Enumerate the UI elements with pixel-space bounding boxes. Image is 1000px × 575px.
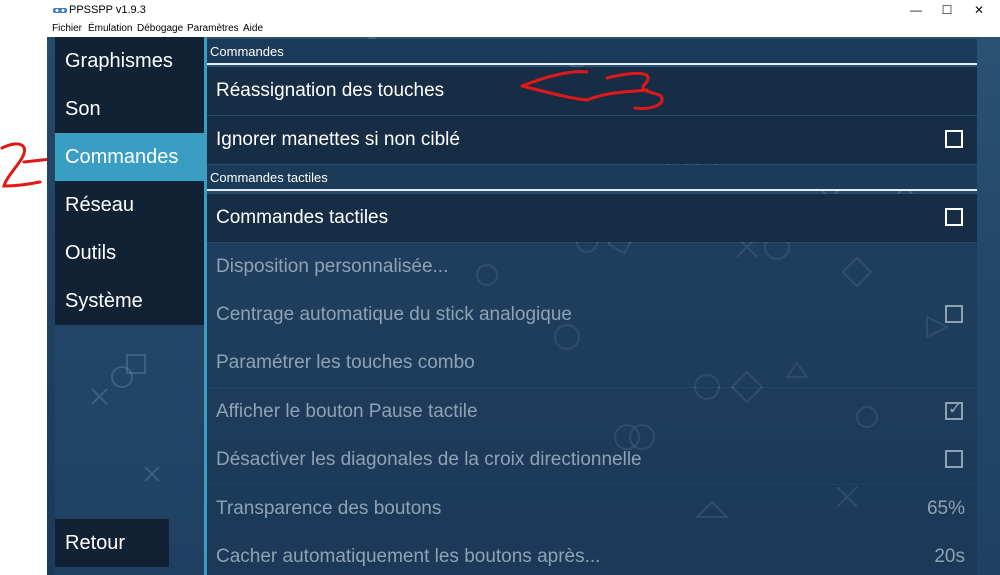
settings-screen: Graphismes Son Commandes Réseau Outils S… <box>47 37 1000 575</box>
title-bar: PPSSPP v1.9.3 — ☐ ✕ <box>47 0 1000 21</box>
menu-parametres[interactable]: Paramètres <box>187 23 239 34</box>
menu-aide[interactable]: Aide <box>243 23 263 34</box>
menu-bar: Fichier Émulation Débogage Paramètres Ai… <box>47 21 1000 37</box>
row-label: Désactiver les diagonales de la croix di… <box>216 449 642 470</box>
menu-fichier[interactable]: Fichier <box>52 23 82 34</box>
ppsspp-logo-icon <box>53 8 67 13</box>
row-label: Afficher le bouton Pause tactile <box>216 401 478 422</box>
settings-panel: Commandes Réassignation des touches Igno… <box>207 37 1000 575</box>
section-header-tactiles: Commandes tactiles <box>207 165 977 191</box>
checkbox-icon[interactable] <box>945 130 963 148</box>
disable-diagonals-row[interactable]: Désactiver les diagonales de la croix di… <box>207 436 977 484</box>
sidebar-item-son[interactable]: Son <box>55 85 205 133</box>
combo-keys-row[interactable]: Paramétrer les touches combo <box>207 339 977 387</box>
ignore-gamepads-row[interactable]: Ignorer manettes si non ciblé <box>207 116 977 164</box>
section-header-commandes: Commandes <box>207 39 977 65</box>
row-label: Disposition personnalisée... <box>216 256 449 277</box>
checkbox-icon[interactable] <box>945 450 963 468</box>
opacity-value: 65% <box>926 498 965 519</box>
row-label: Paramétrer les touches combo <box>216 352 475 373</box>
sidebar-item-systeme[interactable]: Système <box>55 277 205 325</box>
menu-emulation[interactable]: Émulation <box>88 23 132 34</box>
custom-layout-row[interactable]: Disposition personnalisée... <box>207 243 977 291</box>
back-button[interactable]: Retour <box>55 519 169 567</box>
menu-debogage[interactable]: Débogage <box>137 23 183 34</box>
row-label: Commandes tactiles <box>216 207 389 228</box>
sidebar-item-reseau[interactable]: Réseau <box>55 181 205 229</box>
row-label: Centrage automatique du stick analogique <box>216 304 572 325</box>
touch-controls-row[interactable]: Commandes tactiles <box>207 194 977 242</box>
app-window: PPSSPP v1.9.3 — ☐ ✕ Fichier Émulation Dé… <box>47 0 1000 575</box>
close-icon[interactable]: ✕ <box>959 0 999 21</box>
row-label: Réassignation des touches <box>216 80 445 101</box>
auto-center-stick-row[interactable]: Centrage automatique du stick analogique <box>207 291 977 339</box>
row-label: Ignorer manettes si non ciblé <box>216 129 460 150</box>
sidebar-item-outils[interactable]: Outils <box>55 229 205 277</box>
checkbox-icon[interactable]: ✓ <box>945 399 963 420</box>
window-title: PPSSPP v1.9.3 <box>69 4 146 16</box>
checkbox-icon[interactable] <box>945 305 963 323</box>
auto-hide-row[interactable]: Cacher automatiquement les boutons après… <box>207 533 977 575</box>
sidebar-item-graphismes[interactable]: Graphismes <box>55 37 205 85</box>
pause-button-row[interactable]: Afficher le bouton Pause tactile ✓ <box>207 388 977 436</box>
checkbox-icon[interactable] <box>945 208 963 226</box>
sidebar-item-commandes[interactable]: Commandes <box>55 133 205 181</box>
remap-keys-row[interactable]: Réassignation des touches <box>207 67 977 115</box>
row-label: Cacher automatiquement les boutons après… <box>216 546 601 567</box>
row-label: Transparence des boutons <box>216 498 442 519</box>
button-opacity-row[interactable]: Transparence des boutons 65% <box>207 485 977 533</box>
auto-hide-value: 20s <box>934 546 965 567</box>
checkmark-icon: ✓ <box>948 399 963 418</box>
sidebar-strip <box>47 37 55 575</box>
